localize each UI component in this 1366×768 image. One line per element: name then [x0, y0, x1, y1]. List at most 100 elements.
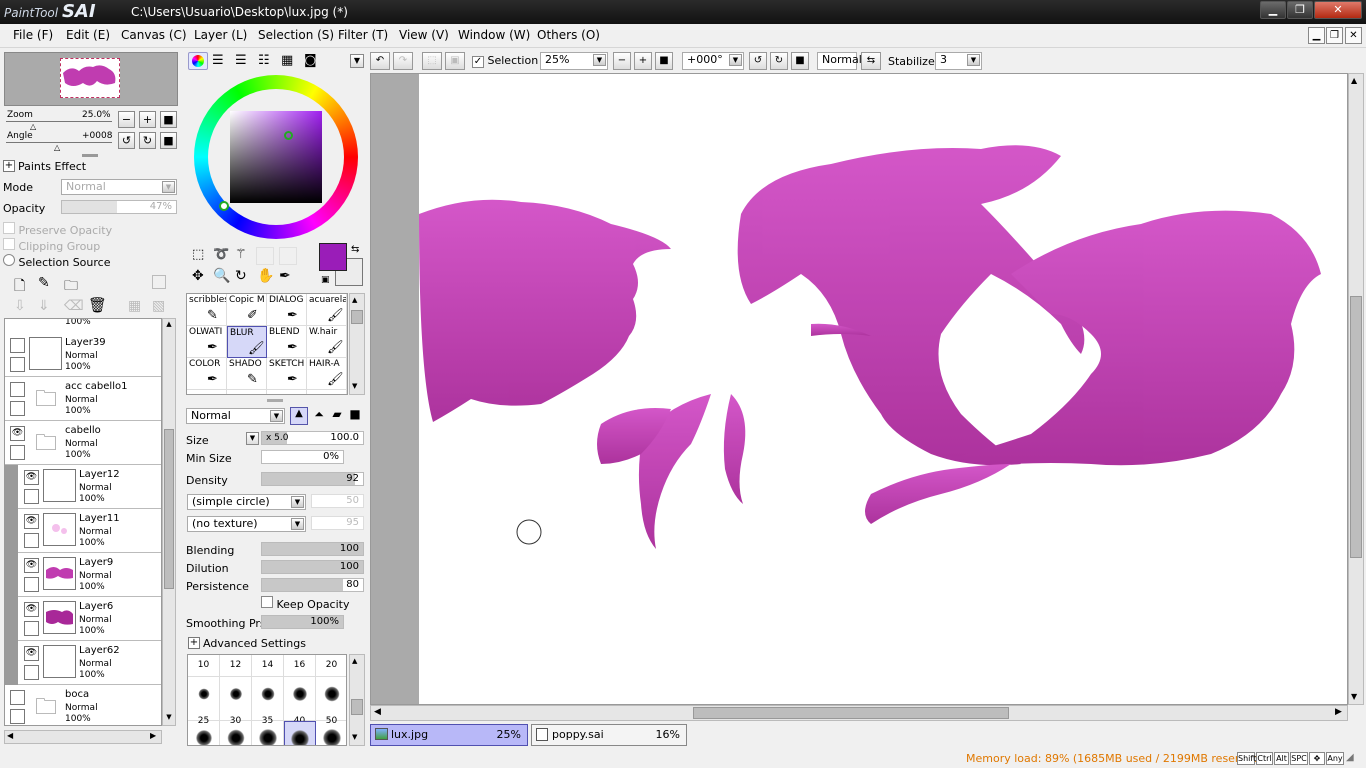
visibility-eye-icon[interactable]: 👁	[24, 602, 39, 617]
panel-grip[interactable]	[82, 154, 98, 157]
layer-lock-icon[interactable]	[24, 665, 39, 680]
navigator-preview[interactable]	[4, 52, 178, 106]
sv-picker-handle[interactable]	[284, 131, 293, 140]
toolbar-rotate-right-button[interactable]: ↻	[770, 52, 788, 70]
brush-size-cell[interactable]: 14	[252, 655, 284, 677]
brush-size-cell[interactable]: 100	[284, 721, 316, 745]
brush-slot[interactable]: acuarela 🖌	[307, 294, 347, 326]
menu-selection[interactable]: Selection (S)	[258, 28, 334, 42]
scroll-right-icon[interactable]: ▶	[150, 731, 156, 740]
zoom-in-button[interactable]: +	[139, 111, 156, 128]
maximize-button[interactable]: ❐	[1287, 1, 1313, 19]
brush-size-cell[interactable]: 70	[220, 721, 252, 745]
brush-slot[interactable]	[227, 390, 267, 394]
layer-list-scroll-thumb[interactable]	[164, 429, 174, 589]
layer-row[interactable]: 👁 Layer6 Normal 100%	[5, 597, 161, 641]
layer-row[interactable]: 👁 🗀 cabello Normal 100%	[5, 421, 161, 465]
stabilizer-select[interactable]: 3 ▼	[935, 52, 982, 70]
scroll-up-icon[interactable]: ▲	[352, 296, 357, 304]
color-mixer-tab[interactable]: ◙	[304, 53, 317, 68]
smoothing-slider[interactable]: 100%	[261, 615, 344, 629]
swatches-tab[interactable]: ☷	[258, 53, 270, 68]
layer-list-scrollbar[interactable]: ▲ ▼	[162, 318, 176, 726]
keep-opacity-checkbox[interactable]: Keep Opacity	[261, 596, 350, 611]
layer-lock-icon[interactable]	[10, 445, 25, 460]
brush-size-cell[interactable]: 40	[284, 677, 316, 726]
preserve-opacity-checkbox[interactable]: Preserve Opacity	[3, 222, 112, 237]
scroll-down-icon[interactable]: ▼	[164, 713, 174, 723]
advanced-settings-label[interactable]: Advanced Settings	[203, 637, 306, 650]
zoom-slider[interactable]	[6, 121, 112, 122]
brush-slot[interactable]	[187, 390, 227, 394]
layer-lock-icon[interactable]	[10, 357, 25, 372]
brush-slot[interactable]	[307, 390, 347, 394]
brush-slot[interactable]: SHADO ✎	[227, 358, 267, 390]
color-wheel-tab[interactable]	[188, 52, 208, 70]
brush-grid-scrollbar[interactable]: ▲ ▼	[349, 293, 365, 395]
brush-slot[interactable]: HAIR-A 🖌	[307, 358, 347, 390]
minimize-button[interactable]: ▁	[1260, 1, 1286, 19]
scroll-down-icon[interactable]: ▼	[352, 382, 357, 390]
brush-size-cell[interactable]: 10	[188, 655, 220, 677]
visibility-eye-icon[interactable]: 👁	[24, 470, 39, 485]
swap-colors-icon[interactable]: ⇆	[351, 244, 359, 255]
scroll-down-icon[interactable]: ▼	[352, 733, 357, 741]
transfer-down-icon[interactable]: ⇩	[14, 298, 26, 314]
primary-color-swatch-front[interactable]	[319, 243, 347, 271]
tab-lux[interactable]: lux.jpg 25%	[370, 724, 528, 746]
size-slider[interactable]: x 5.0 100.0	[261, 431, 364, 445]
shape-strength-slider[interactable]: 50	[311, 494, 364, 508]
resize-grip-icon[interactable]: ◢	[1346, 752, 1354, 763]
expand-icon[interactable]: +	[3, 160, 15, 172]
layer-row[interactable]: 👁 Layer12 Normal 100%	[5, 465, 161, 509]
menu-edit[interactable]: Edit (E)	[66, 28, 110, 42]
menu-canvas[interactable]: Canvas (C)	[121, 28, 187, 42]
clear-layer-icon[interactable]: ⌫	[64, 298, 84, 314]
hue-ring[interactable]	[194, 75, 358, 239]
new-linework-layer-icon[interactable]: ✎	[38, 275, 50, 291]
visibility-eye-icon[interactable]	[10, 690, 25, 705]
folder-icon[interactable]: 🗀	[35, 697, 57, 719]
toolbar-zoom-in-button[interactable]: +	[634, 52, 652, 70]
angle-slider-handle[interactable]: △	[54, 143, 60, 152]
selection-toggle-checkbox[interactable]: ✓ Selection	[472, 54, 538, 68]
menu-window[interactable]: Window (W)	[458, 28, 530, 42]
brush-texture-select[interactable]: (no texture) ▼	[187, 516, 306, 532]
clipping-group-checkbox[interactable]: Clipping Group	[3, 238, 100, 253]
edge-hardness-4[interactable]: ■	[346, 407, 364, 425]
view-mode-select[interactable]: Normal	[817, 52, 862, 70]
layer-mode-select[interactable]: Normal ▼	[61, 179, 177, 195]
invert-selection-button[interactable]: ▣	[445, 52, 465, 70]
zoom-icon[interactable]: 🔍	[213, 268, 230, 284]
mdi-restore-button[interactable]: ❐	[1326, 27, 1343, 44]
transparent-color-icon[interactable]: ▣	[321, 275, 330, 285]
brush-grid-scroll-thumb[interactable]	[351, 310, 363, 324]
layer-row[interactable]: Layer39 Normal 100%	[5, 333, 161, 377]
layer-lock-icon[interactable]	[24, 533, 39, 548]
zoom-slider-handle[interactable]: △	[30, 122, 36, 131]
brush-slot[interactable]: COLOR ✒	[187, 358, 227, 390]
brush-shape-select[interactable]: (simple circle) ▼	[187, 494, 306, 510]
layer-list[interactable]: 100% Layer39 Normal 100% 🗀 acc cabello1 Norma…	[4, 318, 162, 726]
layer-lock-icon[interactable]	[24, 577, 39, 592]
navigator-viewport[interactable]	[60, 58, 120, 98]
brush-slot[interactable]: BLEND ✒	[267, 326, 307, 358]
layer-row[interactable]: 🗀 boca Normal 100%	[5, 685, 161, 725]
menu-filter[interactable]: Filter (T)	[338, 28, 388, 42]
brush-slot[interactable]: DIALOG ✒	[267, 294, 307, 326]
layer-lock-icon[interactable]	[10, 401, 25, 416]
layer-option-icon[interactable]	[152, 275, 166, 289]
persistence-slider[interactable]: 80	[261, 578, 364, 592]
brush-size-cell[interactable]: 25	[188, 677, 220, 726]
layer-row[interactable]: 👁 Layer9 Normal 100%	[5, 553, 161, 597]
lasso-icon[interactable]: ➰	[213, 247, 229, 262]
brush-slot[interactable]: OLWATI ✒	[187, 326, 227, 358]
scroll-up-icon[interactable]: ▲	[164, 320, 174, 330]
layer-option-2-icon[interactable]: ▦	[128, 298, 141, 314]
brush-size-cell[interactable]: 80	[252, 721, 284, 745]
density-slider[interactable]: 92	[261, 472, 364, 486]
eyedropper-icon[interactable]: ✒	[279, 268, 291, 284]
brush-slot[interactable]: SKETCH ✒	[267, 358, 307, 390]
brush-slot[interactable]	[267, 390, 307, 394]
tab-poppy[interactable]: poppy.sai 16%	[531, 724, 687, 746]
